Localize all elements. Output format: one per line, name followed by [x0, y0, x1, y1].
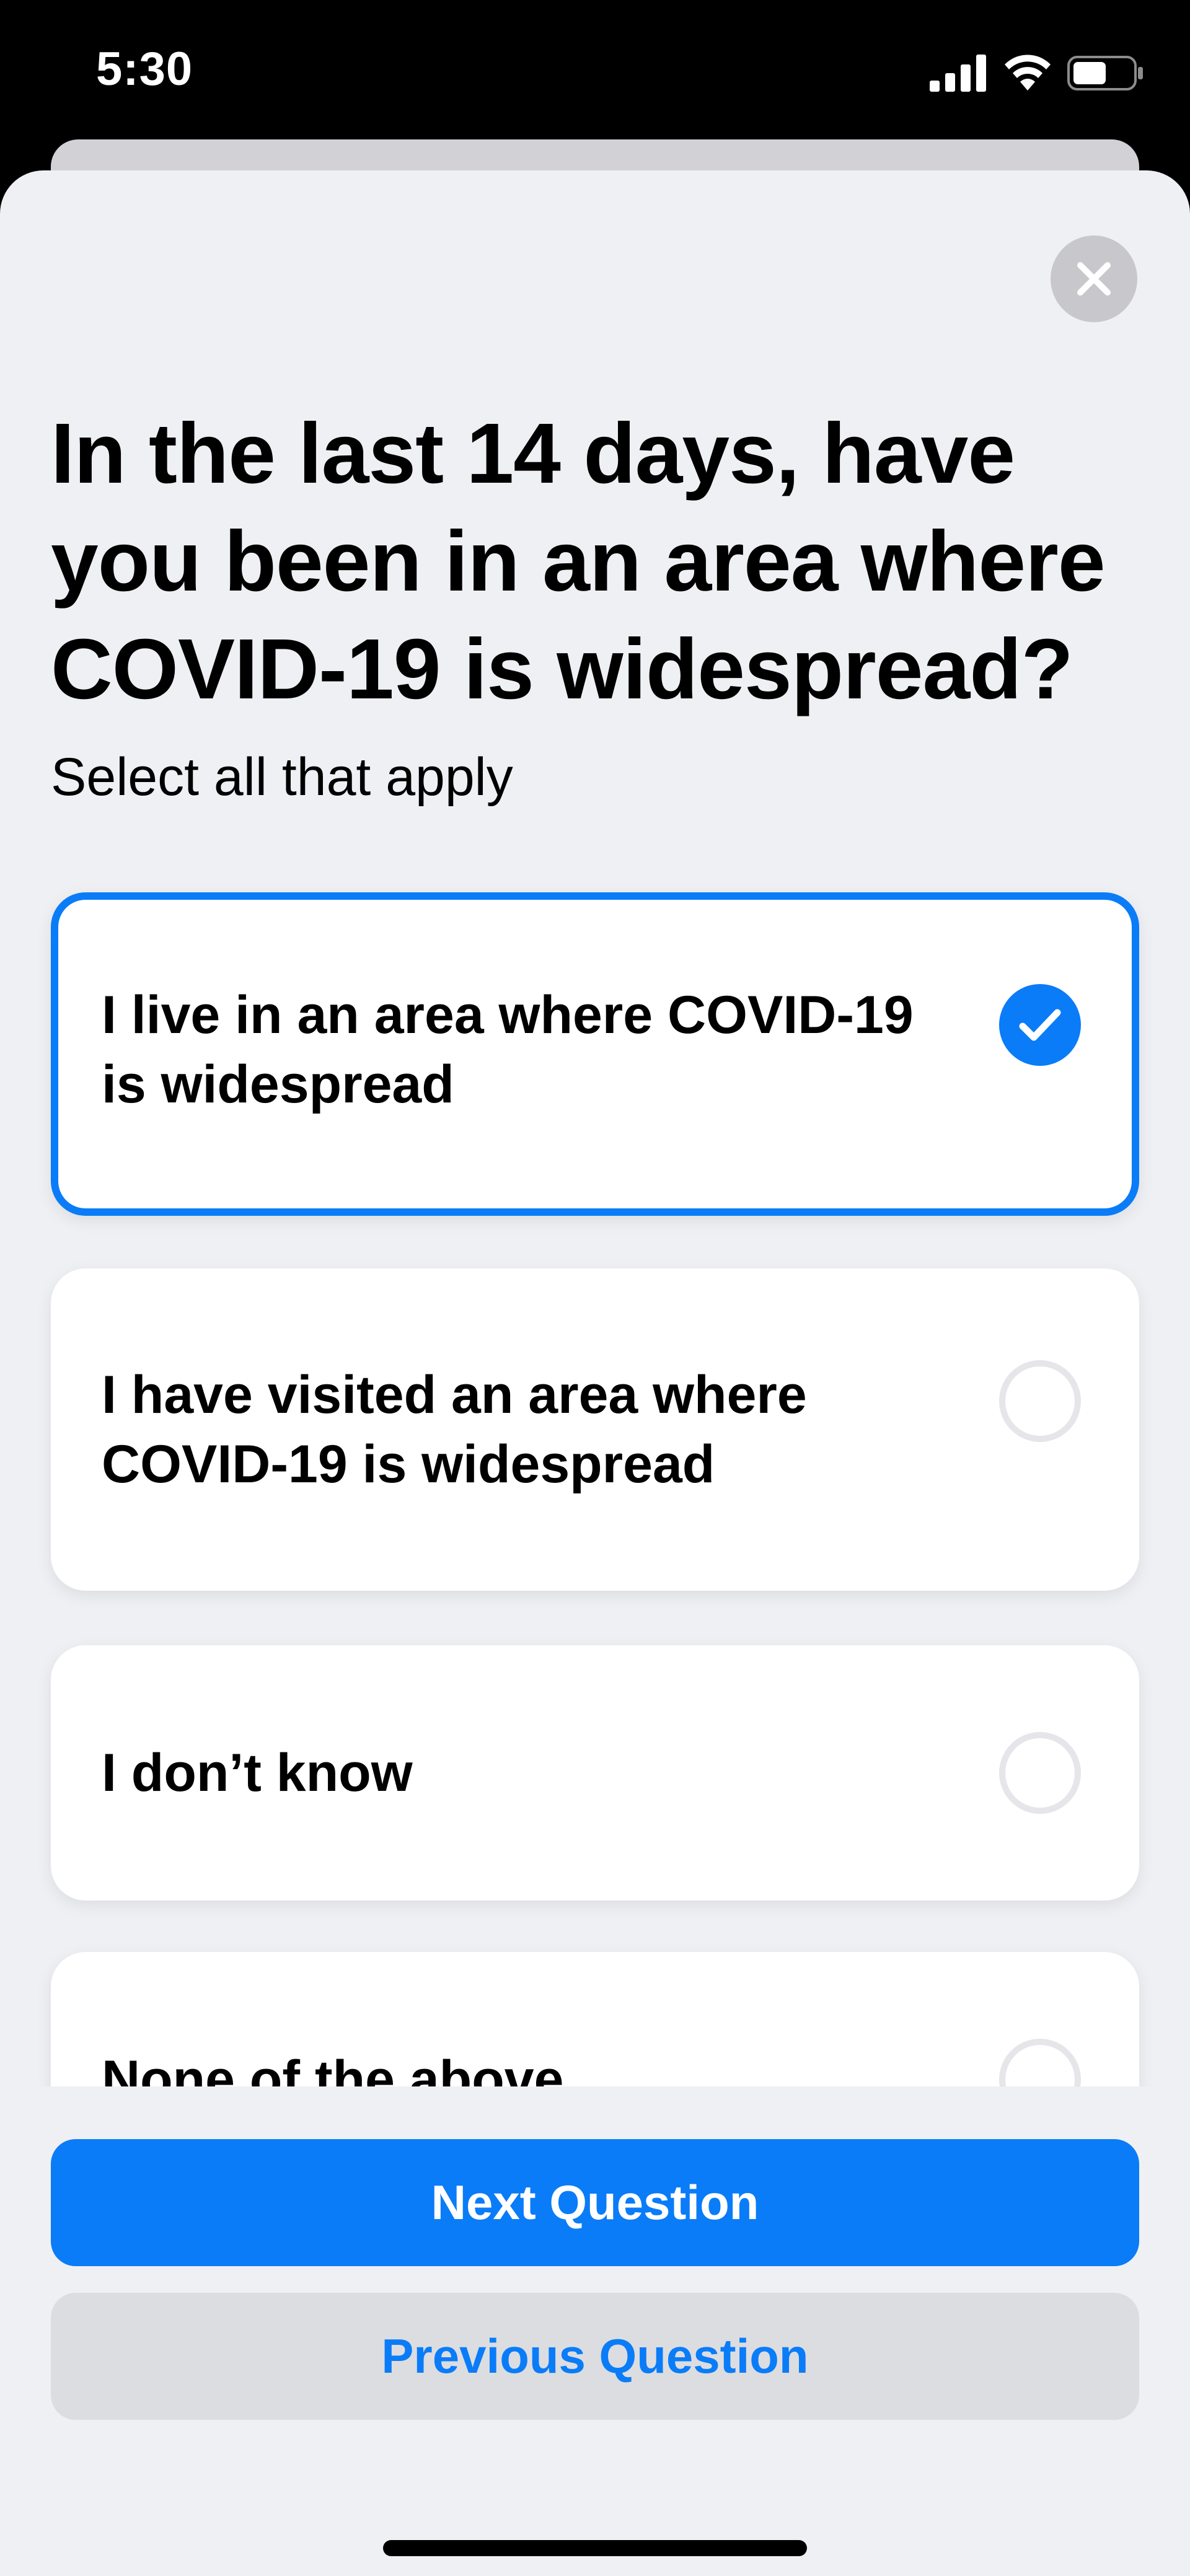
option-label: I live in an area where COVID-19 is wide…: [102, 985, 914, 1114]
instruction-text: Select all that apply: [51, 747, 513, 807]
checkmark-icon: [1019, 1009, 1061, 1041]
question-title: In the last 14 days, have you been in an…: [51, 406, 1106, 717]
status-time: 5:30: [96, 43, 193, 95]
next-question-button[interactable]: Next Question: [51, 2139, 1139, 2266]
option-label: I have visited an area where COVID-19 is…: [102, 1365, 807, 1494]
option-dont-know[interactable]: I don’t know: [51, 1645, 1139, 1901]
option-label: I don’t know: [102, 1743, 413, 1803]
cellular-signal-icon: [930, 55, 986, 92]
option-visited-area[interactable]: I have visited an area where COVID-19 is…: [51, 1268, 1139, 1591]
close-icon: [1077, 262, 1111, 296]
previous-question-button[interactable]: Previous Question: [51, 2293, 1139, 2420]
checkbox-checked[interactable]: [999, 984, 1081, 1066]
checkbox-unchecked[interactable]: [999, 1360, 1081, 1442]
wifi-icon: [1005, 55, 1051, 90]
checkbox-unchecked[interactable]: [999, 1732, 1081, 1814]
battery-icon: [1067, 56, 1143, 90]
option-live-in-area[interactable]: I live in an area where COVID-19 is wide…: [51, 892, 1139, 1216]
footer-actions: Next Question Previous Question: [0, 2086, 1190, 2576]
home-indicator[interactable]: [383, 2540, 807, 2556]
close-button[interactable]: [1051, 235, 1137, 322]
